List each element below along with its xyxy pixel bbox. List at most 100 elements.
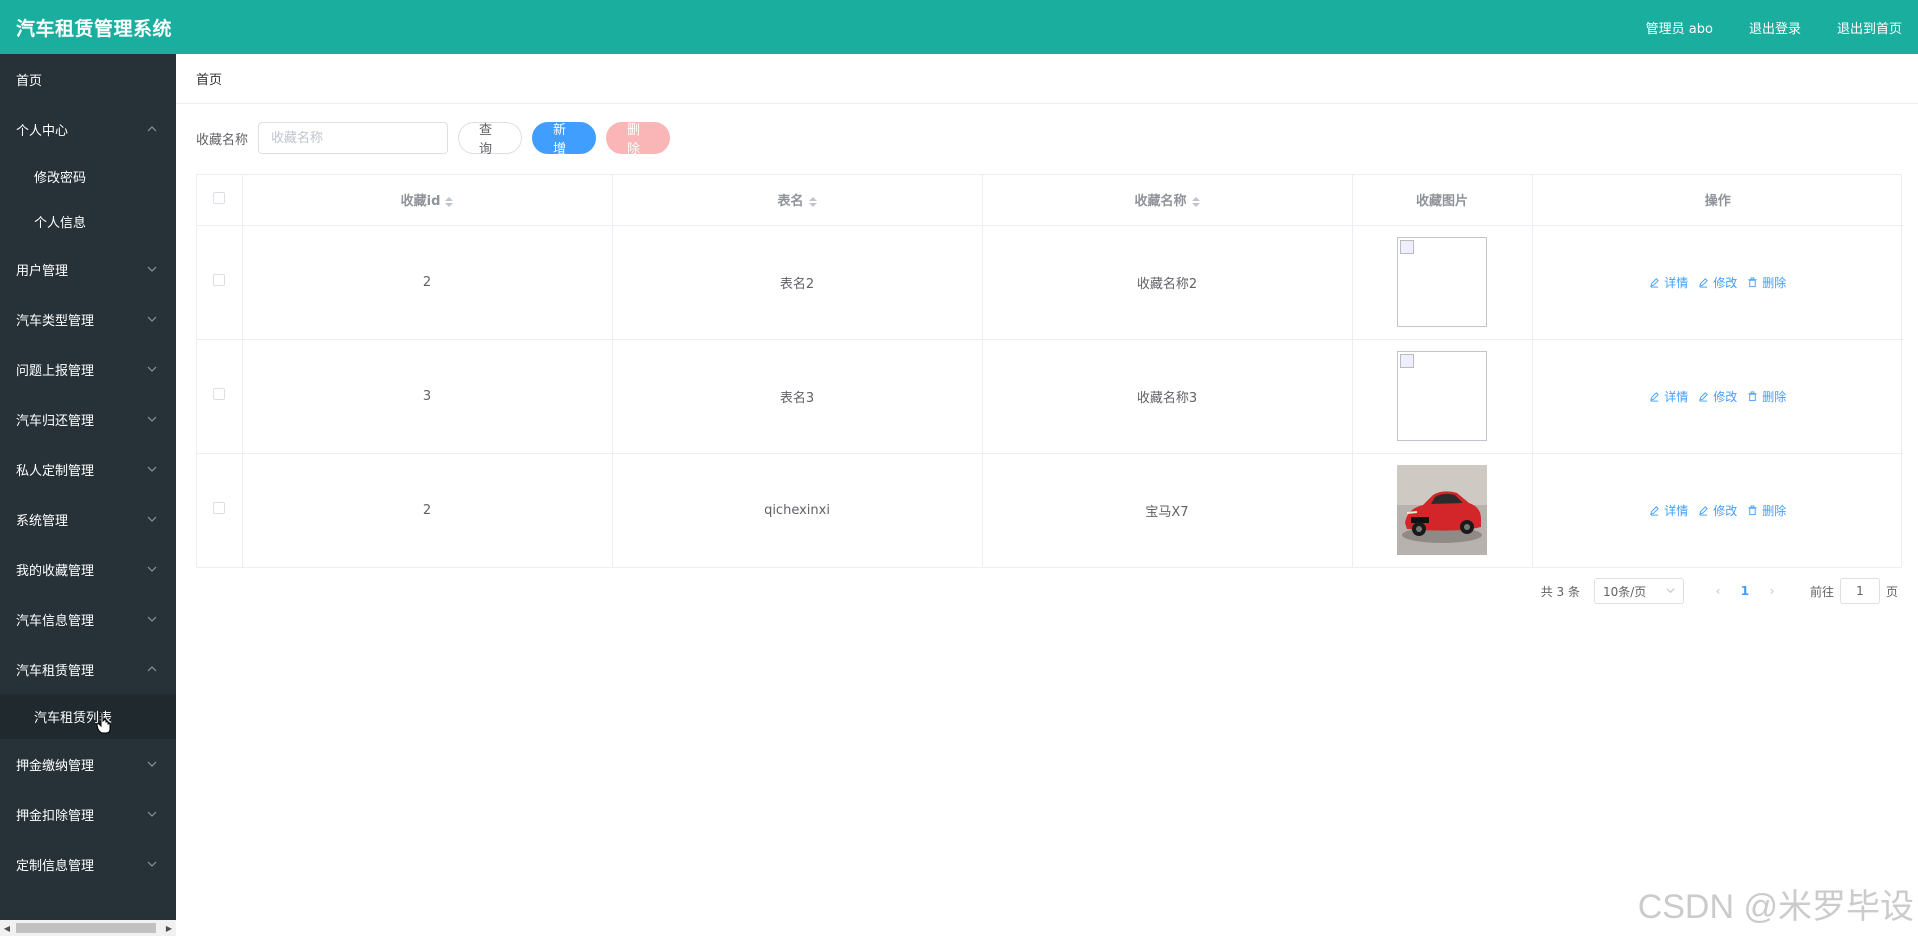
add-button[interactable]: 新增 bbox=[532, 122, 597, 157]
sidebar-item-car-rental-management[interactable]: 汽车租赁管理 bbox=[0, 644, 176, 694]
red-car-image[interactable] bbox=[1397, 465, 1487, 556]
search-label: 收藏名称 bbox=[196, 132, 249, 148]
breadcrumb-home[interactable]: 首页 bbox=[196, 69, 222, 88]
detail-button[interactable]: 详情 bbox=[1649, 388, 1688, 405]
chevron-up-icon bbox=[146, 123, 158, 135]
cell-favorite-name: 宝马X7 bbox=[982, 453, 1353, 567]
goto-suffix: 页 bbox=[1885, 584, 1898, 599]
page-size-value: 10条/页 bbox=[1602, 584, 1647, 599]
sidebar-item-label: 汽车类型管理 bbox=[16, 313, 95, 329]
sort-icon[interactable] bbox=[445, 196, 454, 207]
back-home-link[interactable]: 退出到首页 bbox=[1837, 18, 1902, 37]
delete-label: 删除 bbox=[1762, 503, 1787, 518]
delete-button[interactable]: 删除 bbox=[1747, 502, 1786, 519]
cell-image bbox=[1352, 225, 1533, 340]
row-checkbox[interactable] bbox=[213, 274, 226, 286]
broken-image-thumbnail[interactable] bbox=[1397, 237, 1487, 327]
cell-table-name: qichexinxi bbox=[612, 453, 983, 567]
prev-page-button[interactable]: ‹ bbox=[1706, 584, 1730, 598]
sidebar: 首页 个人中心 修改密码 个人信息 用户管理 汽车类型管理 问题上报管理 汽车归… bbox=[0, 54, 176, 936]
column-header-actions: 操作 bbox=[1532, 175, 1903, 226]
query-button[interactable]: 查询 bbox=[458, 122, 523, 157]
chevron-down-icon bbox=[146, 413, 158, 425]
scroll-left-arrow-icon[interactable]: ◀ bbox=[0, 920, 14, 936]
chevron-down-icon bbox=[146, 758, 158, 770]
next-page-button[interactable]: › bbox=[1760, 584, 1784, 598]
cell-favorite-name: 收藏名称2 bbox=[982, 225, 1353, 340]
csdn-watermark: CSDN @米罗毕设 bbox=[1637, 888, 1914, 926]
cell-image bbox=[1352, 453, 1533, 567]
sidebar-subitem-personal-info[interactable]: 个人信息 bbox=[0, 199, 176, 244]
trash-icon bbox=[1748, 390, 1757, 401]
trash-icon bbox=[1748, 276, 1757, 287]
cell-actions: 详情 修改 删除 bbox=[1532, 225, 1903, 340]
edit-label: 修改 bbox=[1713, 503, 1738, 518]
cell-image bbox=[1352, 339, 1533, 454]
search-input[interactable] bbox=[258, 122, 449, 154]
sidebar-item-issue-report-management[interactable]: 问题上报管理 bbox=[0, 344, 176, 394]
sidebar-item-personal-center[interactable]: 个人中心 bbox=[0, 104, 176, 154]
scroll-right-arrow-icon[interactable]: ▶ bbox=[162, 920, 176, 936]
chevron-down-icon bbox=[146, 463, 158, 475]
chevron-down-icon bbox=[146, 808, 158, 820]
sidebar-item-label: 问题上报管理 bbox=[16, 363, 95, 379]
row-checkbox-cell bbox=[197, 453, 243, 567]
breadcrumb: 首页 bbox=[176, 54, 1918, 104]
column-header-id[interactable]: 收藏id bbox=[242, 175, 613, 226]
edit-button[interactable]: 修改 bbox=[1698, 502, 1737, 519]
sidebar-item-car-type-management[interactable]: 汽车类型管理 bbox=[0, 294, 176, 344]
sidebar-item-my-favorites-management[interactable]: 我的收藏管理 bbox=[0, 544, 176, 594]
detail-button[interactable]: 详情 bbox=[1649, 274, 1688, 291]
sidebar-item-deposit-deduction-management[interactable]: 押金扣除管理 bbox=[0, 789, 176, 839]
column-header-favorite-name[interactable]: 收藏名称 bbox=[982, 175, 1353, 226]
select-all-checkbox[interactable] bbox=[213, 191, 226, 204]
sidebar-item-label: 定制信息管理 bbox=[16, 858, 95, 874]
chevron-down-icon bbox=[146, 313, 158, 325]
app-title: 汽车租赁管理系统 bbox=[16, 17, 173, 40]
sidebar-subitem-change-password[interactable]: 修改密码 bbox=[0, 154, 176, 199]
delete-button[interactable]: 删除 bbox=[1747, 388, 1786, 405]
delete-label: 删除 bbox=[1762, 389, 1787, 404]
batch-delete-button[interactable]: 删除 bbox=[606, 122, 671, 157]
row-checkbox[interactable] bbox=[213, 502, 226, 515]
sidebar-item-home[interactable]: 首页 bbox=[0, 54, 176, 104]
sort-icon[interactable] bbox=[1191, 196, 1200, 207]
sidebar-item-user-management[interactable]: 用户管理 bbox=[0, 244, 176, 294]
sidebar-subitem-car-rental-list[interactable]: 汽车租赁列表 bbox=[0, 694, 176, 739]
detail-button[interactable]: 详情 bbox=[1649, 502, 1688, 519]
logout-link[interactable]: 退出登录 bbox=[1749, 18, 1801, 37]
sidebar-horizontal-scrollbar[interactable]: ◀ ▶ bbox=[0, 920, 176, 936]
goto-page-input[interactable] bbox=[1839, 578, 1880, 604]
cell-favorite-name: 收藏名称3 bbox=[982, 339, 1353, 454]
goto-page: 前往 页 bbox=[1810, 578, 1898, 604]
search-bar: 收藏名称 查询 新增 删除 bbox=[196, 122, 671, 157]
sidebar-item-car-return-management[interactable]: 汽车归还管理 bbox=[0, 394, 176, 444]
delete-button[interactable]: 删除 bbox=[1747, 274, 1786, 291]
chevron-down-icon bbox=[146, 613, 158, 625]
table-row: 2 qichexinxi 宝马X7 详情 修改 删除 bbox=[197, 453, 1903, 567]
chevron-down-icon bbox=[1666, 584, 1675, 598]
column-header-table-name[interactable]: 表名 bbox=[612, 175, 983, 226]
page-size-select[interactable]: 10条/页 bbox=[1593, 578, 1684, 604]
sidebar-item-deposit-payment-management[interactable]: 押金缴纳管理 bbox=[0, 739, 176, 789]
sidebar-item-custom-info-management[interactable]: 定制信息管理 bbox=[0, 839, 176, 889]
edit-button[interactable]: 修改 bbox=[1698, 274, 1737, 291]
page-number-active[interactable]: 1 bbox=[1730, 584, 1760, 598]
detail-label: 详情 bbox=[1664, 503, 1689, 518]
sidebar-item-label: 押金缴纳管理 bbox=[16, 758, 95, 774]
chevron-down-icon bbox=[146, 513, 158, 525]
main-content: 首页 收藏名称 查询 新增 删除 收藏id 表名 收藏名称 bbox=[176, 54, 1918, 936]
pagination-total: 共 3 条 bbox=[1540, 584, 1580, 599]
admin-user-label[interactable]: 管理员 abo bbox=[1646, 18, 1713, 37]
chevron-down-icon bbox=[146, 858, 158, 870]
cell-table-name: 表名2 bbox=[612, 225, 983, 340]
sidebar-item-system-management[interactable]: 系统管理 bbox=[0, 494, 176, 544]
broken-image-thumbnail[interactable] bbox=[1397, 351, 1487, 441]
edit-button[interactable]: 修改 bbox=[1698, 388, 1737, 405]
sidebar-item-car-info-management[interactable]: 汽车信息管理 bbox=[0, 594, 176, 644]
sort-icon[interactable] bbox=[808, 196, 817, 207]
row-checkbox-cell bbox=[197, 339, 243, 454]
sidebar-item-custom-order-management[interactable]: 私人定制管理 bbox=[0, 444, 176, 494]
row-checkbox[interactable] bbox=[213, 388, 226, 400]
scrollbar-thumb[interactable] bbox=[16, 923, 156, 933]
